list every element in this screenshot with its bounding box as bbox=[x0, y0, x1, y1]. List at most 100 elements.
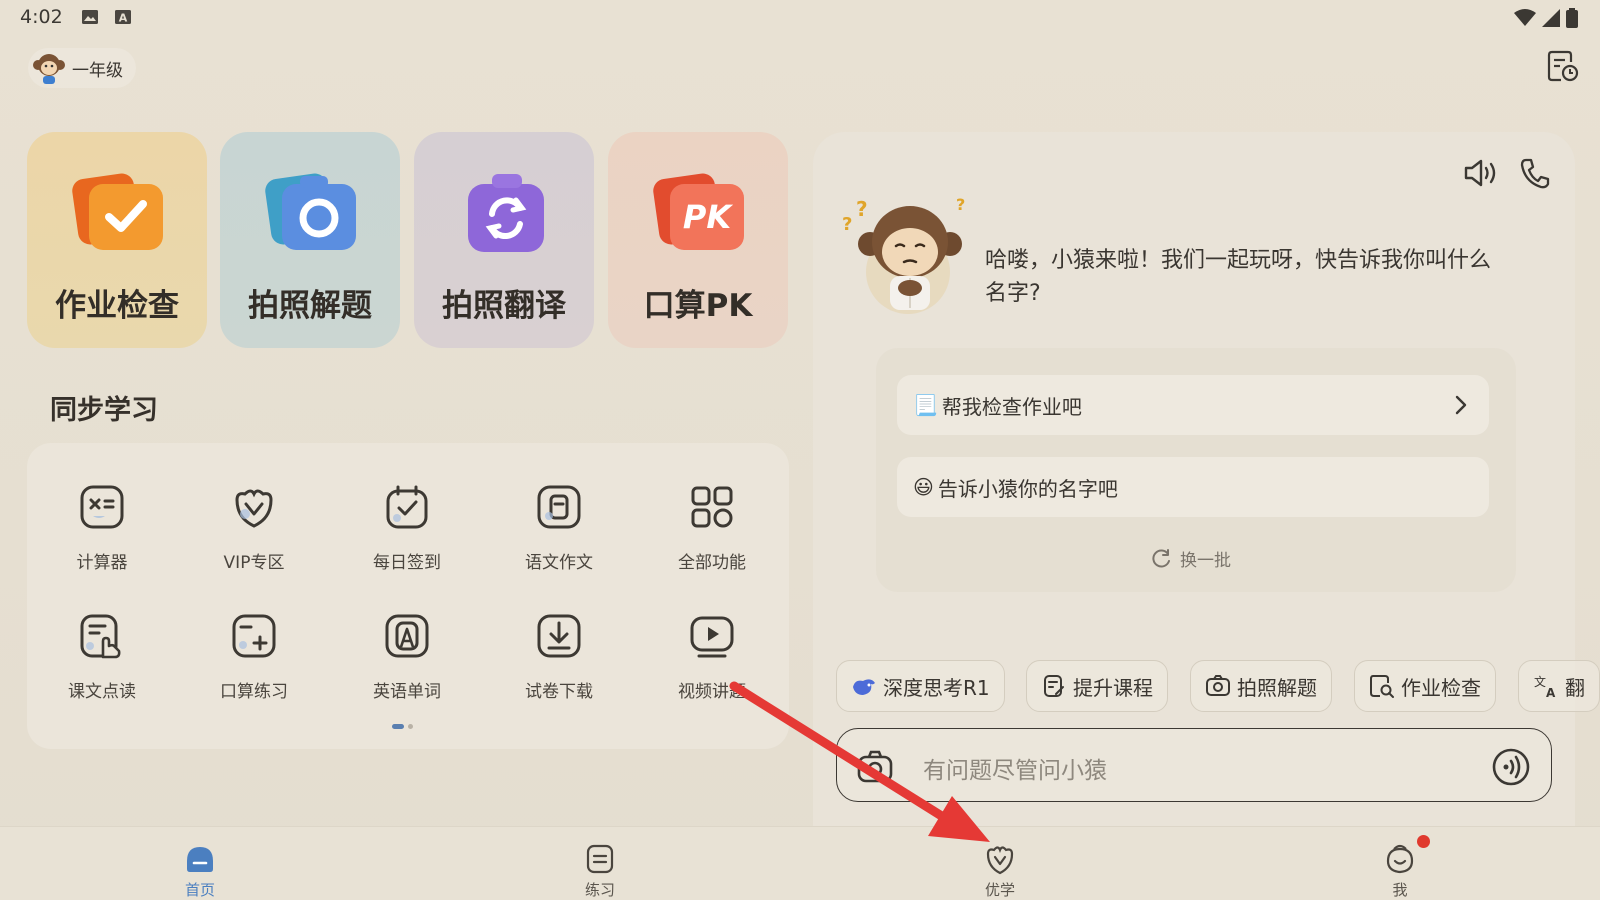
tab-me[interactable]: 我 bbox=[1355, 827, 1445, 900]
battery-icon bbox=[1566, 8, 1578, 28]
refresh-label: 换一批 bbox=[1180, 551, 1231, 571]
page-indicator bbox=[392, 724, 413, 729]
refresh-icon bbox=[1152, 548, 1170, 567]
suggestion-tell-name[interactable]: 😃 告诉小猿你的名字吧 bbox=[897, 457, 1489, 517]
mascot-greeting: 哈喽，小猿来啦！我们一起玩呀，快告诉我你叫什么名字? bbox=[985, 248, 1492, 306]
vip-icon bbox=[235, 489, 273, 528]
chip-deep-think[interactable]: 深度思考R1 bbox=[836, 660, 1005, 712]
read-aloud-icon bbox=[80, 614, 121, 659]
ask-input[interactable]: 有问题尽管问小猿 bbox=[836, 728, 1552, 802]
chip-translate[interactable]: 文 A 翻 bbox=[1518, 660, 1600, 712]
speaker-icon[interactable] bbox=[1463, 157, 1499, 189]
svg-text:?: ? bbox=[842, 214, 852, 235]
letter-a-icon bbox=[385, 614, 429, 658]
svg-text:?: ? bbox=[856, 197, 868, 221]
profile-icon bbox=[1386, 844, 1414, 874]
video-icon bbox=[690, 616, 734, 658]
camera-icon bbox=[1206, 675, 1230, 696]
grid-item-chinese-essay[interactable]: 语文作文 bbox=[494, 484, 624, 594]
history-doc-icon[interactable] bbox=[1544, 48, 1580, 84]
page-dot bbox=[408, 724, 413, 729]
sync-study-title: 同步学习 bbox=[50, 395, 158, 426]
grid-item-text-reading[interactable]: 课文点读 bbox=[37, 613, 167, 723]
download-icon bbox=[537, 614, 581, 658]
camera-icon bbox=[265, 173, 356, 250]
ask-input-placeholder: 有问题尽管问小猿 bbox=[923, 758, 1107, 784]
svg-text:A: A bbox=[1546, 686, 1556, 699]
grid-item-calculator[interactable]: 计算器 bbox=[37, 484, 167, 594]
youxue-icon bbox=[986, 846, 1014, 875]
feature-label-mental-math-pk: 口算PK bbox=[643, 288, 753, 324]
chip-label: 拍照解题 bbox=[1237, 675, 1317, 700]
chip-course[interactable]: 提升课程 bbox=[1026, 660, 1168, 712]
grid-label-daily-checkin: 每日签到 bbox=[373, 553, 441, 573]
grid-item-english-words[interactable]: 英语单词 bbox=[342, 613, 472, 723]
monkey-avatar-icon bbox=[33, 54, 65, 84]
suggestion-text: 帮我检查作业吧 bbox=[941, 394, 1082, 419]
home-icon bbox=[187, 847, 213, 872]
phone-icon[interactable] bbox=[1520, 157, 1550, 189]
page-dot-active bbox=[392, 724, 404, 729]
tab-label-youxue: 优学 bbox=[984, 881, 1015, 899]
chip-label: 深度思考R1 bbox=[883, 675, 990, 700]
grid-label-mental-math-practice: 口算练习 bbox=[220, 682, 288, 702]
grade-selector[interactable]: 一年级 bbox=[28, 48, 136, 88]
chevron-right-icon bbox=[1455, 395, 1467, 415]
check-folder-icon bbox=[72, 173, 163, 250]
smile-emoji-icon: 😃 bbox=[913, 475, 934, 499]
svg-text:A: A bbox=[119, 12, 128, 25]
grid-label-video-lessons: 视频讲题 bbox=[678, 682, 746, 702]
grid-label-vip: VIP专区 bbox=[223, 553, 285, 573]
doc-search-icon bbox=[1370, 675, 1394, 698]
calendar-check-icon bbox=[386, 485, 428, 529]
essay-icon bbox=[537, 485, 581, 529]
status-time: 4:02 bbox=[20, 6, 63, 28]
grid-label-paper-download: 试卷下载 bbox=[525, 682, 593, 702]
grid-label-english-words: 英语单词 bbox=[373, 682, 441, 702]
grid-item-paper-download[interactable]: 试卷下载 bbox=[494, 613, 624, 723]
tab-practice[interactable]: 练习 bbox=[555, 827, 645, 900]
grid-item-mental-math-practice[interactable]: 口算练习 bbox=[189, 613, 319, 723]
app-screen: 4:02 A 一年级 PK 作业检查 拍照解题 拍照翻译 口算PK 同步学习 计… bbox=[0, 0, 1600, 900]
voice-input-icon[interactable] bbox=[1491, 747, 1531, 787]
chip-label: 翻 bbox=[1565, 675, 1585, 700]
tab-label-me: 我 bbox=[1392, 881, 1408, 899]
grid-item-all-features[interactable]: 全部功能 bbox=[647, 484, 777, 594]
grade-label: 一年级 bbox=[72, 60, 123, 81]
tab-home[interactable]: 首页 bbox=[155, 827, 245, 900]
document-emoji-icon: 📃 bbox=[913, 393, 938, 417]
suggestion-check-homework[interactable]: 📃 帮我检查作业吧 bbox=[897, 375, 1489, 435]
tab-label-home: 首页 bbox=[184, 881, 215, 899]
course-icon bbox=[1044, 675, 1064, 697]
grid-item-daily-checkin[interactable]: 每日签到 bbox=[342, 484, 472, 594]
chip-photo-solve[interactable]: 拍照解题 bbox=[1190, 660, 1332, 712]
monkey-mascot-icon: ? ? ? bbox=[842, 195, 965, 314]
tab-label-practice: 练习 bbox=[584, 881, 615, 899]
feature-label-photo-solve: 拍照解题 bbox=[248, 288, 372, 324]
grid-item-vip[interactable]: VIP专区 bbox=[189, 484, 319, 594]
grid-label-chinese-essay: 语文作文 bbox=[525, 553, 593, 573]
bottom-tab-bar: 首页 练习 优学 我 bbox=[0, 826, 1600, 900]
suggestion-text: 告诉小猿你的名字吧 bbox=[937, 476, 1118, 501]
svg-text:?: ? bbox=[956, 195, 965, 214]
chip-homework-check[interactable]: 作业检查 bbox=[1354, 660, 1496, 712]
deepseek-icon bbox=[853, 679, 875, 695]
grid-apps-icon bbox=[691, 486, 733, 528]
camera-input-icon[interactable] bbox=[857, 749, 893, 783]
chip-label: 作业检查 bbox=[1401, 675, 1481, 700]
a-notification-icon: A bbox=[115, 10, 131, 25]
refresh-suggestions-button[interactable]: 换一批 bbox=[1152, 546, 1231, 571]
wifi-icon bbox=[1514, 9, 1536, 26]
grid-label-calculator: 计算器 bbox=[76, 553, 128, 573]
status-bar: 4:02 A bbox=[0, 0, 1600, 36]
pk-badge-text: PK bbox=[683, 198, 733, 236]
quick-action-chips: 深度思考R1 提升课程 拍照解题 作业检查 文 A 翻 bbox=[836, 660, 1600, 714]
signal-icon bbox=[1542, 9, 1560, 27]
notification-badge bbox=[1417, 835, 1430, 848]
practice-icon bbox=[586, 844, 614, 874]
grid-label-text-reading: 课文点读 bbox=[68, 682, 136, 702]
translate-icon: 文 A bbox=[1534, 674, 1556, 699]
grid-item-video-lessons[interactable]: 视频讲题 bbox=[647, 613, 777, 723]
feature-label-homework-check: 作业检查 bbox=[55, 288, 179, 324]
tab-youxue[interactable]: 优学 bbox=[955, 827, 1045, 900]
